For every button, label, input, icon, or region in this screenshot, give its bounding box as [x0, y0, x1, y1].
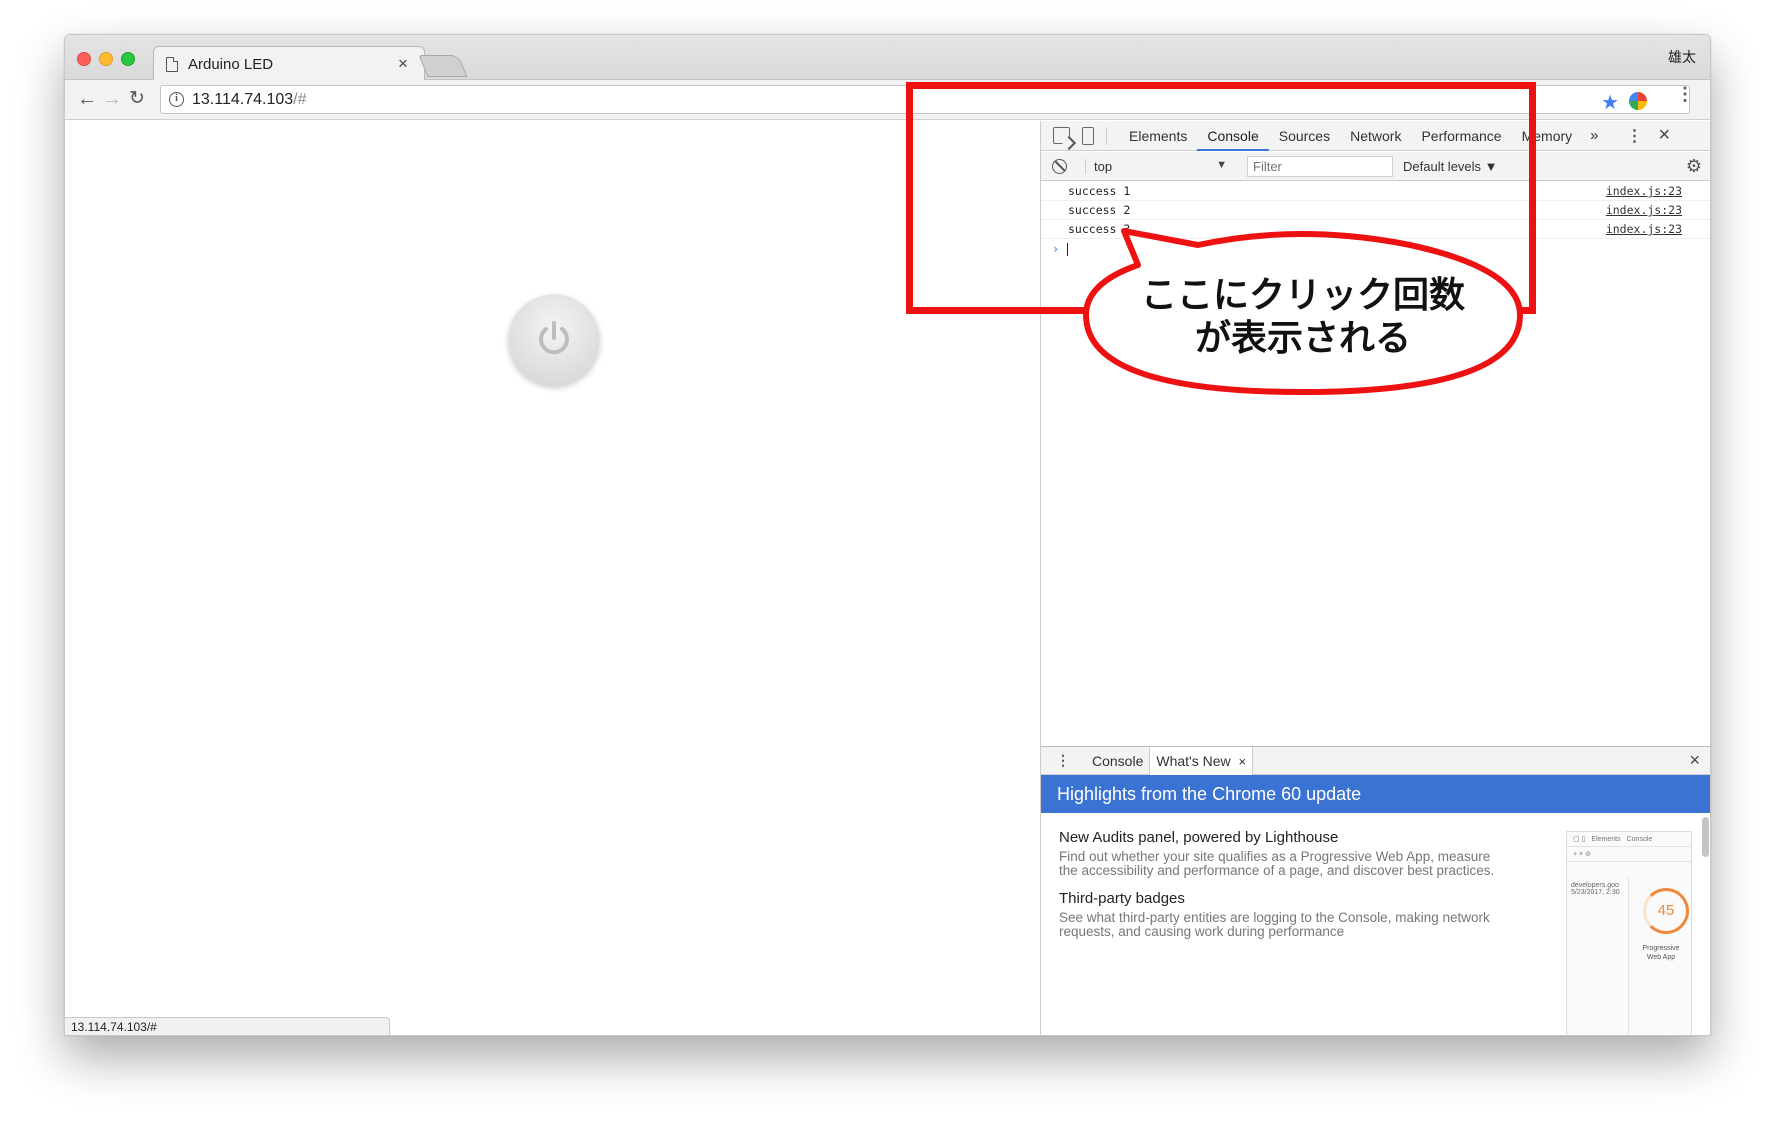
item-title[interactable]: New Audits panel, powered by Lighthouse: [1059, 829, 1499, 846]
console-filter-bar: top ▼ Default levels ▼ ⚙: [1041, 152, 1710, 181]
thumb-icons: ▢ ▯: [1573, 836, 1586, 843]
power-icon: [539, 321, 569, 355]
thumb-toolbar-icons: + × ⊘: [1573, 851, 1591, 858]
forward-arrow-icon[interactable]: →: [102, 89, 122, 109]
whats-new-item: New Audits panel, powered by Lighthouse …: [1059, 829, 1499, 878]
log-message: success 1: [1068, 184, 1131, 198]
thumb-tab-row: ▢ ▯ Elements Console: [1567, 832, 1691, 847]
devtools-drawer: ⋮ Console What's New × × Highlights from…: [1041, 746, 1710, 1035]
inspect-element-icon[interactable]: [1053, 127, 1070, 144]
device-toolbar-icon[interactable]: [1082, 126, 1094, 145]
thumb-side-text: developers.goo: [1571, 882, 1619, 889]
tab-close-icon[interactable]: ×: [394, 54, 412, 74]
tab-title: Arduino LED: [188, 55, 274, 73]
console-output: success 1 index.js:23 success 2 index.js…: [1041, 182, 1710, 259]
profile-name[interactable]: 雄太: [1668, 47, 1696, 67]
log-line: success 3 index.js:23: [1041, 220, 1710, 239]
dropdown-arrow-icon: ▼: [1216, 158, 1227, 171]
scrollbar[interactable]: [1702, 817, 1709, 857]
reload-icon[interactable]: ↻: [129, 89, 145, 109]
tab-console[interactable]: Console: [1197, 121, 1269, 151]
text-caret: [1067, 242, 1069, 256]
context-value: top: [1094, 158, 1113, 174]
gear-icon[interactable]: ⚙: [1686, 156, 1702, 177]
address-bar[interactable]: i 13.114.74.103 /# ★: [160, 85, 1690, 114]
drawer-tab-whats-new[interactable]: What's New ×: [1149, 746, 1254, 775]
devtools-menu-icon[interactable]: ⋮: [1627, 126, 1643, 146]
window-controls: [77, 52, 135, 66]
browser-window: Arduino LED × 雄太 ← → ↻ i 13.114.74.103 /…: [64, 34, 1711, 1036]
prompt-chevron-icon: ›: [1052, 242, 1060, 256]
page-viewport: 13.114.74.103/#: [65, 121, 1040, 1035]
drawer-menu-icon[interactable]: ⋮: [1056, 752, 1070, 769]
chrome-menu-icon[interactable]: ⋮: [1676, 84, 1694, 105]
audits-thumbnail: ▢ ▯ Elements Console + × ⊘ developers.go…: [1566, 831, 1692, 1035]
document-icon: [166, 56, 178, 72]
score-label: Progressive Web App: [1642, 945, 1680, 961]
power-button[interactable]: [508, 293, 600, 385]
thumb-sidebar: developers.goo 5/23/2017, 2:30: [1567, 878, 1629, 1035]
context-select[interactable]: top ▼: [1085, 158, 1235, 174]
screenshot-stage: Arduino LED × 雄太 ← → ↻ i 13.114.74.103 /…: [0, 0, 1772, 1125]
drawer-tab-label: What's New: [1156, 752, 1231, 769]
item-description: Find out whether your site qualifies as …: [1059, 849, 1495, 878]
tab-memory[interactable]: Memory: [1512, 121, 1583, 151]
item-title[interactable]: Third-party badges: [1059, 890, 1499, 907]
whats-new-item: Third-party badges See what third-party …: [1059, 890, 1499, 939]
item-description: See what third-party entities are loggin…: [1059, 910, 1490, 939]
tab-sources[interactable]: Sources: [1269, 121, 1340, 151]
filter-input[interactable]: [1247, 155, 1393, 177]
close-window-button[interactable]: [77, 52, 91, 66]
status-bar: 13.114.74.103/#: [65, 1017, 390, 1035]
url-host: 13.114.74.103: [192, 90, 294, 108]
drawer-tab-console[interactable]: Console: [1086, 747, 1149, 775]
url-path: /#: [293, 90, 307, 108]
extension-icon[interactable]: [1629, 92, 1647, 110]
whats-new-banner: Highlights from the Chrome 60 update: [1041, 775, 1710, 813]
devtools-panel: Elements Console Sources Network Perform…: [1040, 121, 1710, 1035]
log-line: success 2 index.js:23: [1041, 201, 1710, 220]
tab-performance[interactable]: Performance: [1411, 121, 1511, 151]
console-prompt[interactable]: ›: [1041, 239, 1710, 259]
minimize-window-button[interactable]: [99, 52, 113, 66]
score-gauge: 45: [1643, 888, 1689, 934]
log-source-link[interactable]: index.js:23: [1606, 222, 1682, 236]
devtools-tab-bar: Elements Console Sources Network Perform…: [1041, 121, 1710, 151]
log-source-link[interactable]: index.js:23: [1606, 184, 1682, 198]
log-line: success 1 index.js:23: [1041, 182, 1710, 201]
log-message: success 2: [1068, 203, 1131, 217]
more-tabs-icon[interactable]: »: [1582, 127, 1606, 144]
tab-network[interactable]: Network: [1340, 121, 1411, 151]
drawer-tab-bar: ⋮ Console What's New × ×: [1041, 746, 1710, 775]
whats-new-body: New Audits panel, powered by Lighthouse …: [1041, 813, 1710, 1035]
bookmark-star-icon[interactable]: ★: [1601, 90, 1619, 115]
browser-toolbar: ← → ↻ i 13.114.74.103 /# ★ ⋮: [65, 80, 1710, 120]
info-icon[interactable]: i: [169, 92, 184, 107]
zoom-window-button[interactable]: [121, 52, 135, 66]
back-arrow-icon[interactable]: ←: [77, 89, 97, 109]
thumb-tab-a: Elements: [1591, 835, 1621, 843]
log-source-link[interactable]: index.js:23: [1606, 203, 1682, 217]
browser-tab[interactable]: Arduino LED ×: [153, 46, 425, 81]
thumb-tab-b: Console: [1626, 835, 1653, 843]
devtools-close-icon[interactable]: ×: [1659, 124, 1671, 147]
toolbar-divider: [1106, 126, 1107, 145]
title-bar: Arduino LED × 雄太: [65, 35, 1710, 81]
clear-console-icon[interactable]: [1052, 158, 1067, 174]
thumb-side-date: 5/23/2017, 2:30: [1571, 889, 1620, 896]
log-levels-select[interactable]: Default levels ▼: [1403, 159, 1498, 174]
new-tab-button[interactable]: [418, 55, 468, 77]
drawer-close-icon[interactable]: ×: [1689, 750, 1700, 771]
close-tab-icon[interactable]: ×: [1239, 754, 1247, 769]
thumb-toolbar-row: + × ⊘: [1567, 847, 1691, 862]
tab-elements[interactable]: Elements: [1119, 121, 1197, 151]
log-message: success 3: [1068, 222, 1131, 236]
